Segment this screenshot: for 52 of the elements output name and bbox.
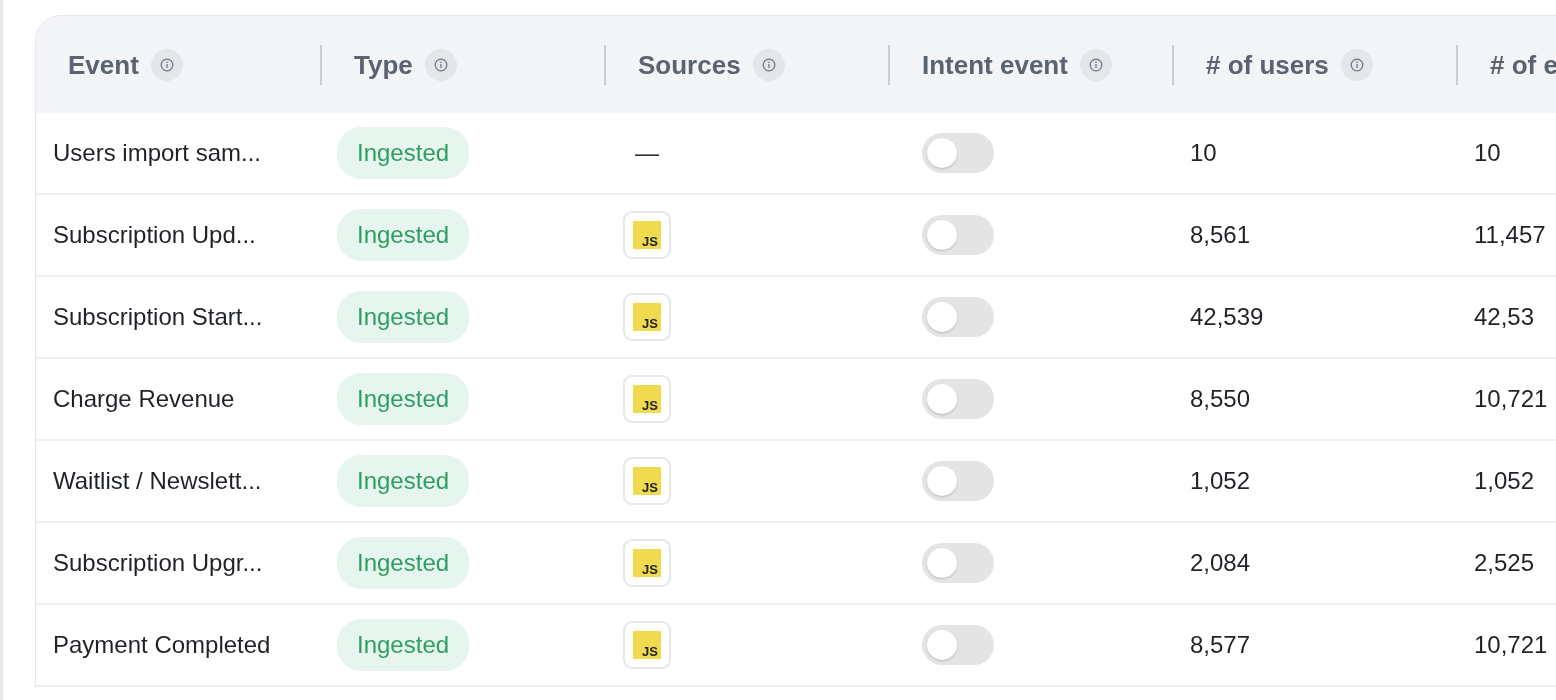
info-icon[interactable] [752, 49, 785, 81]
type-tag: Ingested [337, 619, 470, 671]
events-count: 10,721 [1474, 630, 1548, 660]
javascript-logo: JS [633, 385, 661, 413]
events-count: 2,525 [1474, 548, 1535, 578]
column-header[interactable]: # of users [1206, 45, 1329, 85]
intent-toggle[interactable] [922, 133, 994, 173]
info-icon[interactable] [1340, 49, 1373, 81]
column-header[interactable]: Event [68, 45, 139, 85]
event-name: Payment Completed [53, 630, 271, 660]
javascript-logo: JS [633, 549, 661, 577]
info-icon[interactable] [424, 49, 457, 81]
type-tag: Ingested [337, 455, 470, 507]
empty-source: — [634, 138, 659, 168]
users-count: 2,084 [1190, 548, 1251, 578]
column-header[interactable]: Type [354, 45, 413, 85]
users-count: 8,550 [1190, 384, 1251, 414]
users-count: 8,561 [1190, 220, 1251, 250]
intent-toggle[interactable] [922, 379, 994, 419]
event-name: Subscription Upgr... [53, 548, 263, 578]
events-count: 42,53 [1474, 302, 1535, 332]
intent-toggle[interactable] [922, 543, 994, 583]
intent-toggle[interactable] [922, 215, 994, 255]
column-header[interactable]: Intent event [922, 45, 1068, 85]
type-tag: Ingested [337, 537, 470, 589]
column-header[interactable]: Sources [638, 45, 741, 85]
events-count: 11,457 [1474, 220, 1546, 250]
users-count: 8,577 [1190, 630, 1251, 660]
type-tag: Ingested [337, 291, 470, 343]
users-count: 42,539 [1190, 302, 1264, 332]
event-name: Subscription Start... [53, 302, 263, 332]
events-count: 10,721 [1474, 384, 1548, 414]
event-name: Users import sam... [53, 138, 262, 168]
javascript-logo: JS [633, 303, 661, 331]
type-tag: Ingested [337, 373, 470, 425]
type-tag: Ingested [337, 127, 470, 179]
info-icon[interactable] [1079, 49, 1112, 81]
events-count: 10 [1474, 138, 1501, 168]
users-count: 10 [1190, 138, 1217, 168]
events-count: 1,052 [1474, 466, 1535, 496]
intent-toggle[interactable] [922, 461, 994, 501]
javascript-logo: JS [633, 221, 661, 249]
intent-toggle[interactable] [922, 625, 994, 665]
event-name: Charge Revenue [53, 384, 235, 414]
intent-toggle[interactable] [922, 297, 994, 337]
type-tag: Ingested [337, 209, 470, 261]
info-icon[interactable] [150, 49, 183, 81]
users-count: 1,052 [1190, 466, 1251, 496]
javascript-logo: JS [633, 631, 661, 659]
event-name: Waitlist / Newslett... [53, 466, 262, 496]
javascript-logo: JS [633, 467, 661, 495]
event-name: Subscription Upd... [53, 220, 256, 250]
